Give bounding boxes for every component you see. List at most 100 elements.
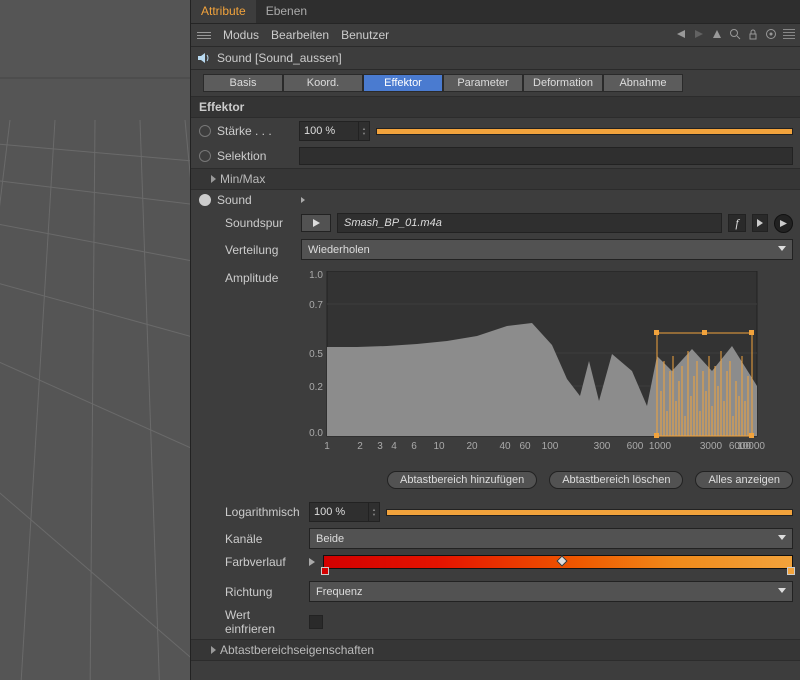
input-selektion[interactable] (299, 147, 793, 165)
svg-text:1000: 1000 (649, 441, 672, 452)
svg-text:0.2: 0.2 (309, 382, 323, 393)
svg-text:40: 40 (499, 441, 511, 452)
svg-text:1: 1 (324, 441, 330, 452)
row-logarithmisch: Logarithmisch ▲▼ (191, 499, 800, 525)
svg-text:6: 6 (411, 441, 417, 452)
spinner-logarithmisch[interactable]: ▲▼ (369, 502, 380, 522)
target-icon[interactable] (765, 28, 777, 43)
spectrum-display[interactable]: 1.0 0.7 0.5 0.2 0.0 (297, 271, 757, 461)
svg-text:3: 3 (377, 441, 383, 452)
menu-benutzer[interactable]: Benutzer (341, 28, 389, 42)
row-freeze: Wert einfrieren (191, 605, 800, 639)
dropdown-verteilung[interactable]: Wiederholen (301, 239, 793, 260)
svg-text:4: 4 (391, 441, 397, 452)
viewport-3d[interactable] (0, 0, 190, 680)
tab-ebenen[interactable]: Ebenen (256, 0, 317, 23)
label-kanaele: Kanäle (225, 532, 303, 546)
row-verteilung: Verteilung Wiederholen (191, 236, 800, 263)
property-tabs: Basis Koord. Effektor Parameter Deformat… (191, 70, 800, 96)
label-verteilung: Verteilung (225, 243, 295, 257)
label-amplitude: Amplitude (225, 271, 287, 461)
anim-dot-selektion[interactable] (199, 150, 211, 162)
sample-range-buttons: Abtastbereich hinzufügen Abtastbereich l… (191, 465, 800, 499)
row-sound-header: Sound (191, 190, 800, 210)
soundspur-file-field[interactable]: Smash_BP_01.m4a (337, 213, 722, 233)
file-menu-icon[interactable] (752, 214, 768, 232)
row-selektion: Selektion (191, 144, 800, 168)
button-show-all[interactable]: Alles anzeigen (695, 471, 793, 489)
menu-modus[interactable]: Modus (223, 28, 259, 42)
tab-attribute[interactable]: Attribute (191, 0, 256, 23)
anim-dot-sound[interactable] (199, 194, 211, 206)
label-sound: Sound (217, 193, 293, 207)
svg-text:100: 100 (542, 441, 559, 452)
search-icon[interactable] (729, 28, 741, 43)
play-button[interactable] (301, 214, 331, 232)
gradient-editor[interactable] (323, 555, 793, 569)
dropdown-kanaele[interactable]: Beide (309, 528, 793, 549)
sound-effector-icon (197, 51, 211, 65)
gradient-handle-right[interactable] (787, 567, 795, 575)
input-staerke[interactable] (299, 121, 359, 141)
subtab-abnahme[interactable]: Abnahme (603, 74, 683, 92)
lock-icon[interactable] (747, 28, 759, 43)
section-effektor-title: Effektor (191, 96, 800, 118)
nav-up-icon[interactable] (711, 28, 723, 43)
dropdown-richtung[interactable]: Frequenz (309, 581, 793, 602)
subtab-koord[interactable]: Koord. (283, 74, 363, 92)
svg-text:0.0: 0.0 (309, 428, 323, 439)
slider-staerke[interactable] (376, 128, 793, 135)
button-add-range[interactable]: Abtastbereich hinzufügen (387, 471, 537, 489)
chevron-right-icon[interactable] (299, 193, 307, 207)
subtab-deformation[interactable]: Deformation (523, 74, 603, 92)
fcurve-icon[interactable]: f (728, 214, 746, 232)
object-header: Sound [Sound_aussen] (191, 47, 800, 70)
label-freeze: Wert einfrieren (225, 608, 303, 636)
svg-text:3000: 3000 (700, 441, 723, 452)
button-delete-range[interactable]: Abtastbereich löschen (549, 471, 683, 489)
nav-back-icon[interactable] (675, 28, 687, 43)
nav-forward-icon[interactable] (693, 28, 705, 43)
checkbox-freeze[interactable] (309, 615, 323, 629)
label-richtung: Richtung (225, 585, 303, 599)
label-logarithmisch: Logarithmisch (225, 505, 303, 519)
label-farbverlauf: Farbverlauf (225, 555, 303, 569)
label-staerke: Stärke . . . (217, 124, 293, 138)
chevron-right-icon[interactable] (309, 555, 315, 569)
gradient-midpoint-handle[interactable] (556, 555, 567, 566)
svg-text:60: 60 (519, 441, 531, 452)
subtab-effektor[interactable]: Effektor (363, 74, 443, 92)
svg-text:1.0: 1.0 (309, 271, 323, 281)
subtab-basis[interactable]: Basis (203, 74, 283, 92)
group-minmax[interactable]: Min/Max (191, 168, 800, 190)
input-logarithmisch[interactable] (309, 502, 369, 522)
svg-text:0.5: 0.5 (309, 349, 323, 360)
label-soundspur: Soundspur (225, 216, 295, 230)
options-menu-icon[interactable] (774, 214, 793, 233)
menu-bearbeiten[interactable]: Bearbeiten (271, 28, 329, 42)
lines-icon[interactable] (783, 28, 795, 40)
row-staerke: Stärke . . . ▲▼ (191, 118, 800, 144)
row-farbverlauf: Farbverlauf (191, 552, 800, 572)
svg-text:2: 2 (357, 441, 363, 452)
svg-text:300: 300 (594, 441, 611, 452)
label-selektion: Selektion (217, 149, 293, 163)
svg-text:10: 10 (433, 441, 445, 452)
svg-text:10000: 10000 (737, 441, 765, 452)
svg-text:0.7: 0.7 (309, 300, 323, 311)
spinner-staerke[interactable]: ▲▼ (359, 121, 370, 141)
panel-menubar: Modus Bearbeiten Benutzer (191, 24, 800, 47)
hamburger-icon[interactable] (197, 28, 211, 42)
svg-text:600: 600 (627, 441, 644, 452)
row-soundspur: Soundspur Smash_BP_01.m4a f (191, 210, 800, 236)
row-kanaele: Kanäle Beide (191, 525, 800, 552)
gradient-handle-left[interactable] (321, 567, 329, 575)
subtab-parameter[interactable]: Parameter (443, 74, 523, 92)
group-abtastbereich[interactable]: Abtastbereichseigenschaften (191, 639, 800, 661)
anim-dot-staerke[interactable] (199, 125, 211, 137)
panel-tabs: Attribute Ebenen (191, 0, 800, 24)
object-name: Sound [Sound_aussen] (217, 51, 342, 65)
svg-text:20: 20 (466, 441, 478, 452)
slider-logarithmisch[interactable] (386, 509, 793, 516)
row-richtung: Richtung Frequenz (191, 578, 800, 605)
